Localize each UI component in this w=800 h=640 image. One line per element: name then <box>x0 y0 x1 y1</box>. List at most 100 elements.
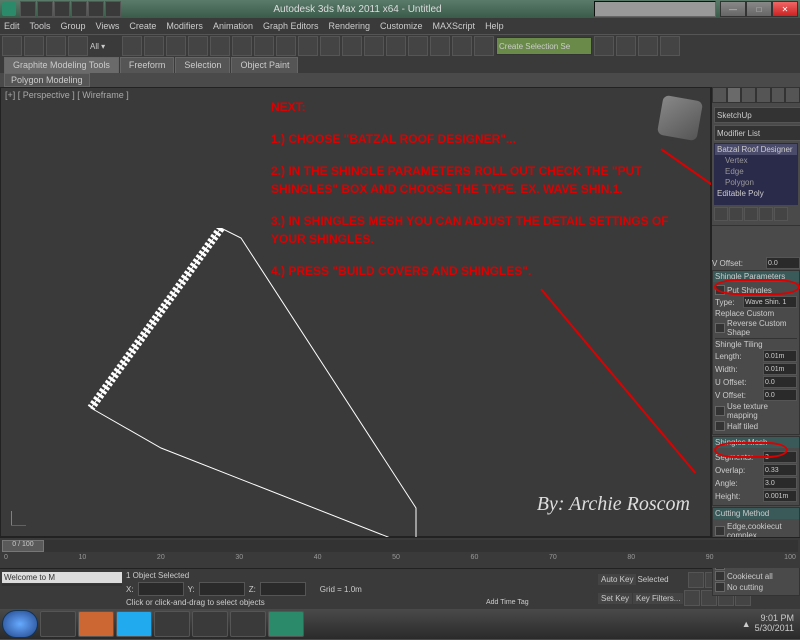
cut5-radio[interactable] <box>715 582 725 592</box>
taskbar-skype-icon[interactable] <box>116 611 152 637</box>
viewport-label[interactable]: [+] [ Perspective ] [ Wireframe ] <box>5 90 129 100</box>
rollout-shingles-mesh[interactable]: Shingles Mesh <box>713 437 799 448</box>
texmap-checkbox[interactable] <box>715 406 725 416</box>
subobj-vertex[interactable]: Vertex <box>715 155 797 166</box>
maximize-button[interactable]: □ <box>746 1 772 17</box>
app-icon[interactable] <box>2 2 16 16</box>
make-unique-button[interactable] <box>744 207 758 221</box>
redo-button[interactable] <box>24 36 44 56</box>
nav-pan-button[interactable] <box>684 590 700 606</box>
reverse-checkbox[interactable] <box>715 323 725 333</box>
type-dropdown[interactable]: Wave Shin. 1 <box>743 296 797 308</box>
viewport[interactable]: [+] [ Perspective ] [ Wireframe ] NEXT: … <box>0 87 711 537</box>
render-setup-button[interactable] <box>616 36 636 56</box>
windows-taskbar[interactable]: ▲ 9:01 PM5/30/2011 <box>0 609 800 639</box>
close-button[interactable]: ✕ <box>772 1 798 17</box>
help-search[interactable] <box>594 1 716 17</box>
taskbar-app-icon[interactable] <box>154 611 190 637</box>
menu-views[interactable]: Views <box>96 21 120 31</box>
utilities-tab[interactable] <box>785 87 800 103</box>
scale-button[interactable] <box>254 36 274 56</box>
rotate-button[interactable] <box>232 36 252 56</box>
taskbar-firefox-icon[interactable] <box>78 611 114 637</box>
object-name[interactable]: SketchUp <box>714 107 800 123</box>
menu-animation[interactable]: Animation <box>213 21 253 31</box>
taskbar-explorer-icon[interactable] <box>40 611 76 637</box>
percent-snap-button[interactable] <box>342 36 362 56</box>
tab-graphite[interactable]: Graphite Modeling Tools <box>4 57 119 73</box>
modifier-stack[interactable]: Batzal Roof Designer Vertex Edge Polygon… <box>714 143 798 205</box>
maxscript-listener[interactable] <box>2 584 122 586</box>
menu-tools[interactable]: Tools <box>30 21 51 31</box>
align-button[interactable] <box>408 36 428 56</box>
angle-snap-button[interactable] <box>320 36 340 56</box>
select-button[interactable] <box>122 36 142 56</box>
show-result-button[interactable] <box>729 207 743 221</box>
menu-rendering[interactable]: Rendering <box>329 21 371 31</box>
menu-grapheditors[interactable]: Graph Editors <box>263 21 319 31</box>
voffset-spinner[interactable]: 0.0 <box>766 257 800 269</box>
layers-button[interactable] <box>430 36 450 56</box>
subobj-edge[interactable]: Edge <box>715 166 797 177</box>
spinner-snap-button[interactable] <box>364 36 384 56</box>
menu-bar[interactable]: Edit Tools Group Views Create Modifiers … <box>0 18 800 34</box>
tray-clock[interactable]: 9:01 PM5/30/2011 <box>755 614 794 634</box>
move-button[interactable] <box>210 36 230 56</box>
configure-button[interactable] <box>774 207 788 221</box>
modify-tab[interactable] <box>727 87 742 103</box>
curve-editor-button[interactable] <box>452 36 472 56</box>
put-shingles-checkbox[interactable] <box>715 285 725 295</box>
link-button[interactable] <box>46 36 66 56</box>
menu-help[interactable]: Help <box>485 21 504 31</box>
angle-spinner[interactable]: 3.0 <box>763 477 797 489</box>
tab-objectpaint[interactable]: Object Paint <box>231 57 298 73</box>
halftile-checkbox[interactable] <box>715 421 725 431</box>
menu-maxscript[interactable]: MAXScript <box>433 21 476 31</box>
refcoord-button[interactable] <box>276 36 296 56</box>
window-crossing-button[interactable] <box>188 36 208 56</box>
menu-group[interactable]: Group <box>61 21 86 31</box>
taskbar-app-icon[interactable] <box>230 611 266 637</box>
modifier-list[interactable]: Modifier List <box>714 125 800 141</box>
goto-start-button[interactable] <box>688 572 704 588</box>
render-button[interactable] <box>660 36 680 56</box>
width-spinner[interactable]: 0.01m <box>763 363 797 375</box>
time-slider-handle[interactable]: 0 / 100 <box>2 540 44 552</box>
named-selection-set[interactable]: Create Selection Se <box>496 37 592 55</box>
taskbar-app-icon[interactable] <box>192 611 228 637</box>
mod-batzal[interactable]: Batzal Roof Designer <box>715 144 797 155</box>
remove-mod-button[interactable] <box>759 207 773 221</box>
display-tab[interactable] <box>771 87 786 103</box>
keyfilters-button[interactable]: Key Filters... <box>633 593 683 604</box>
key-filter-dropdown[interactable]: Selected <box>637 575 687 584</box>
selection-filter[interactable]: All ▾ <box>90 42 120 51</box>
pin-stack-button[interactable] <box>714 207 728 221</box>
minimize-button[interactable]: — <box>720 1 746 17</box>
start-button[interactable] <box>2 610 38 638</box>
hierarchy-tab[interactable] <box>741 87 756 103</box>
setkey-button[interactable]: Set Key <box>598 593 632 604</box>
mod-editable-poly[interactable]: Editable Poly <box>715 188 797 199</box>
segments-spinner[interactable]: 3 <box>763 451 797 463</box>
uoffset-spinner[interactable]: 0.0 <box>763 376 797 388</box>
render-frame-button[interactable] <box>638 36 658 56</box>
unlink-button[interactable] <box>68 36 88 56</box>
panel-polygon-modeling[interactable]: Polygon Modeling <box>4 73 90 87</box>
menu-create[interactable]: Create <box>129 21 156 31</box>
quick-access[interactable] <box>20 1 121 17</box>
create-tab[interactable] <box>712 87 727 103</box>
schematic-button[interactable] <box>474 36 494 56</box>
menu-customize[interactable]: Customize <box>380 21 423 31</box>
overlap-spinner[interactable]: 0.33 <box>763 464 797 476</box>
tab-selection[interactable]: Selection <box>175 57 230 73</box>
snap-button[interactable] <box>298 36 318 56</box>
menu-modifiers[interactable]: Modifiers <box>166 21 203 31</box>
z-input[interactable] <box>260 582 306 596</box>
voffset2-spinner[interactable]: 0.0 <box>763 389 797 401</box>
cut4-radio[interactable] <box>715 571 725 581</box>
select-rect-button[interactable] <box>166 36 186 56</box>
x-input[interactable] <box>138 582 184 596</box>
autokey-button[interactable]: Auto Key <box>598 574 636 585</box>
motion-tab[interactable] <box>756 87 771 103</box>
material-editor-button[interactable] <box>594 36 614 56</box>
